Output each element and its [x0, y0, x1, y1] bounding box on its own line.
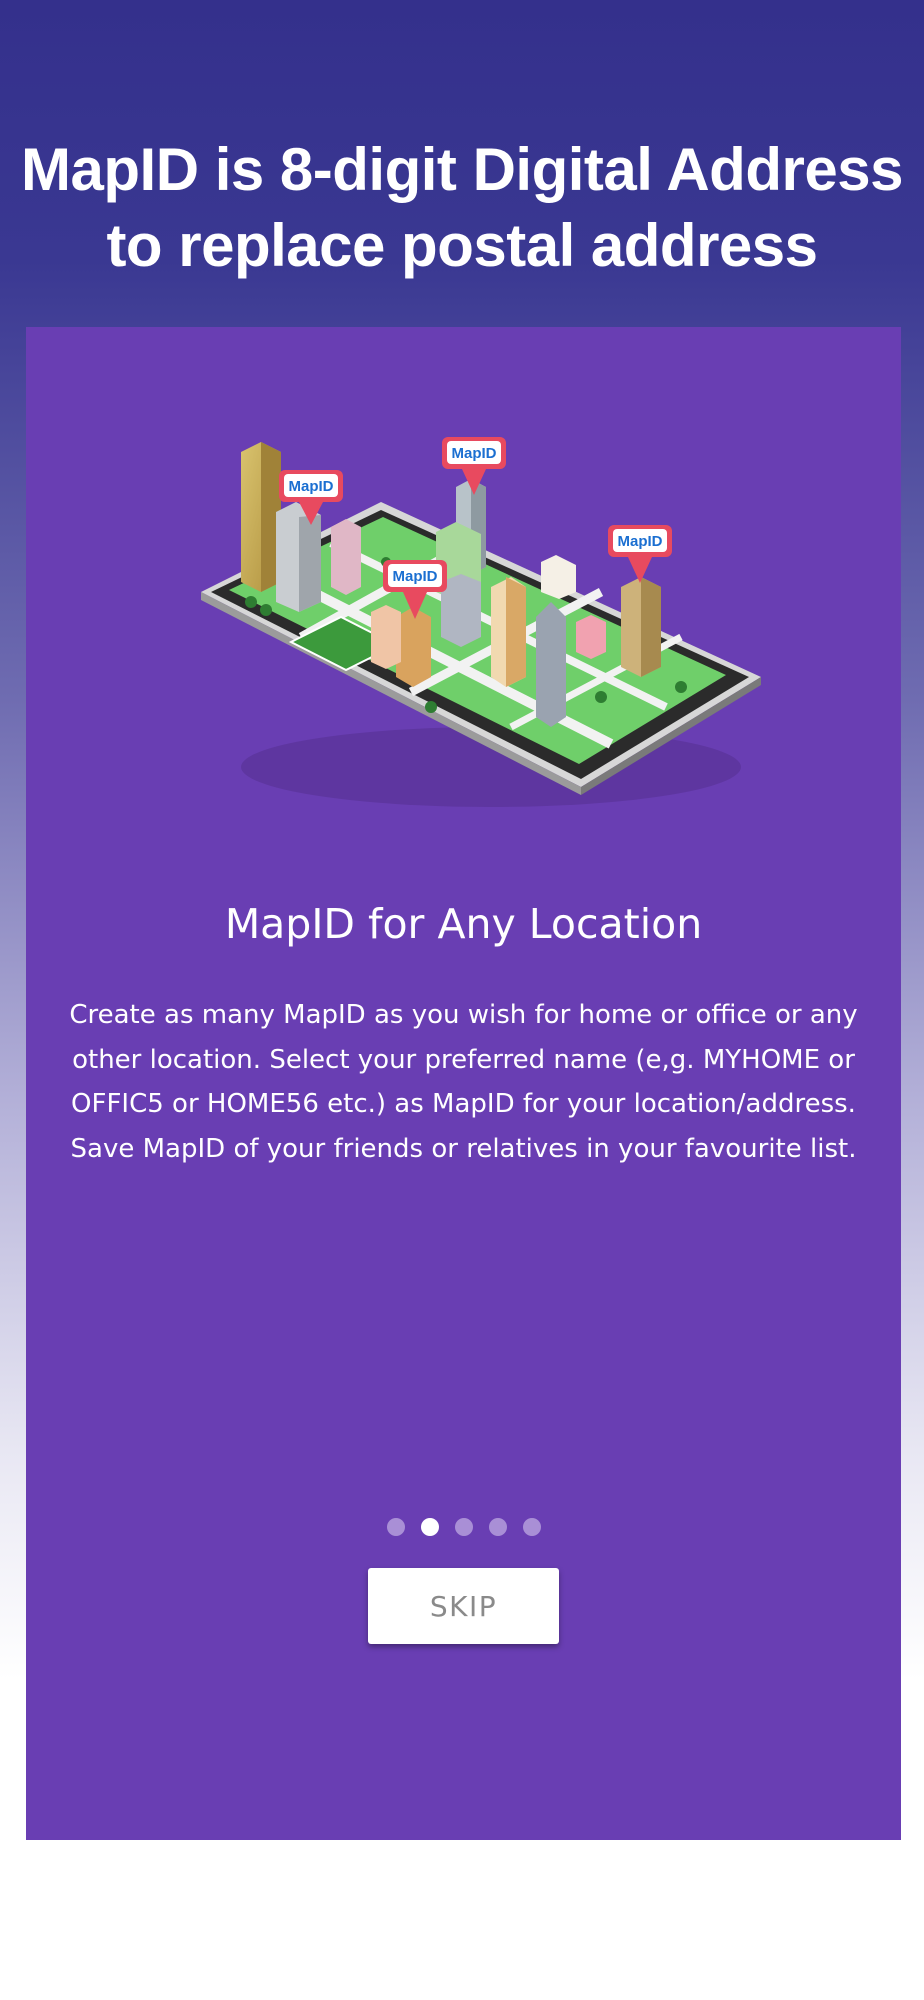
slide-description: Create as many MapID as you wish for hom… — [69, 1000, 858, 1164]
page-dot-1[interactable] — [386, 1518, 405, 1536]
onboarding-card: MapID MapID MapID MapID MapID for Any Lo… — [26, 327, 901, 1840]
map-pin-icon: MapID — [442, 437, 506, 495]
pin-label: MapID — [618, 533, 663, 550]
page-dot-4[interactable] — [488, 1518, 507, 1536]
phone-city-map-icon: MapID MapID MapID MapID — [201, 437, 761, 807]
page-indicator — [26, 1518, 901, 1536]
headline: MapID is 8-digit Digital Address to repl… — [0, 132, 924, 284]
page-dot-2-active[interactable] — [420, 1518, 439, 1536]
page-dot-3[interactable] — [454, 1518, 473, 1536]
slide-title: MapID for Any Location — [224, 900, 703, 949]
page-dot-5[interactable] — [522, 1518, 541, 1536]
pin-label: MapID — [289, 478, 334, 495]
pin-label: MapID — [393, 568, 438, 585]
headline-line-2: to replace postal address — [106, 212, 818, 280]
skip-button[interactable]: SKIP — [368, 1568, 559, 1644]
pin-label: MapID — [452, 445, 497, 462]
headline-line-1: MapID is 8-digit Digital Address — [21, 136, 903, 204]
map-pin-icon: MapID — [608, 525, 672, 583]
